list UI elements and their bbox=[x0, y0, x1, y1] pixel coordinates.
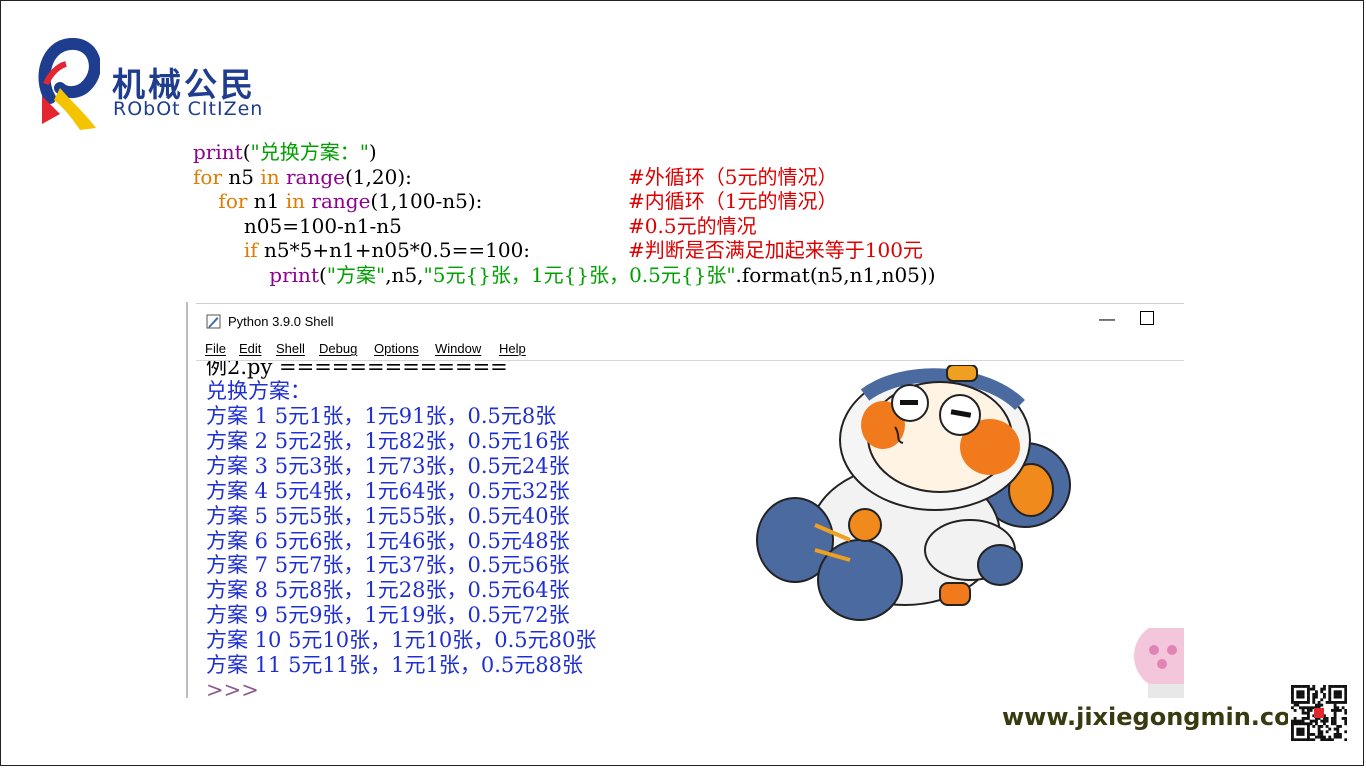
code-line: for n1 in range(1,100-n5): bbox=[193, 189, 482, 213]
code-token: n5 bbox=[222, 164, 261, 189]
footer-website-url[interactable]: www.jixiegongmin.co bbox=[1002, 703, 1288, 731]
restart-line: 例2.py ============= bbox=[206, 361, 508, 379]
menu-window[interactable]: Window bbox=[435, 341, 481, 356]
flower-badge-icon bbox=[1134, 628, 1184, 698]
minimize-button[interactable]: — bbox=[1096, 309, 1118, 331]
code-token: n1 bbox=[247, 189, 286, 214]
output-result-line: 方案 3 5元3张，1元73张，0.5元24张 bbox=[206, 453, 570, 478]
logo-mark-icon bbox=[38, 38, 100, 130]
output-header: 兑换方案： bbox=[206, 379, 311, 403]
code-comment: #0.5元的情况 bbox=[628, 213, 757, 238]
astronaut-mascot-image bbox=[756, 365, 1071, 621]
code-line: for n5 in range(1,20): bbox=[193, 165, 412, 189]
code-line: n05=100-n1-n5 bbox=[193, 214, 402, 238]
output-result-line: 方案 2 5元2张，1元82张，0.5元16张 bbox=[206, 428, 570, 453]
output-result-line: 方案 4 5元4张，1元64张，0.5元32张 bbox=[206, 478, 570, 503]
code-token: if bbox=[193, 238, 258, 263]
code-token: .format(n5,n1,n05)) bbox=[735, 263, 936, 287]
menu-edit[interactable]: Edit bbox=[239, 341, 261, 356]
code-token: for bbox=[193, 189, 248, 214]
code-editor[interactable]: print("兑换方案：") for n5 in range(1,20): #外循环… bbox=[186, 134, 1186, 302]
code-token: ( bbox=[242, 140, 251, 164]
code-token: ( bbox=[318, 263, 327, 287]
code-line: print("兑换方案：") bbox=[193, 140, 377, 164]
code-token: ) bbox=[368, 140, 377, 164]
menu-options[interactable]: Options bbox=[374, 341, 419, 356]
output-result-line: 方案 6 5元6张，1元46张，0.5元48张 bbox=[206, 528, 570, 553]
code-comment: #外循环（5元的情况） bbox=[628, 164, 838, 189]
menu-shell[interactable]: Shell bbox=[276, 341, 305, 356]
code-line: print("方案",n5,"5元{}张，1元{}张，0.5元{}张".form… bbox=[193, 263, 936, 287]
shell-menubar: File Edit Shell Debug Options Window Hel… bbox=[196, 338, 1184, 361]
output-result-line: 方案 7 5元7张，1元37张，0.5元56张 bbox=[206, 553, 570, 578]
code-line: if n5*5+n1+n05*0.5==100: bbox=[193, 238, 530, 262]
output-result-line: 方案 10 5元10张，1元10张，0.5元80张 bbox=[206, 628, 597, 653]
code-token: print bbox=[193, 140, 243, 164]
idle-app-icon bbox=[206, 314, 221, 329]
maximize-button[interactable] bbox=[1140, 311, 1154, 325]
menu-debug[interactable]: Debug bbox=[319, 341, 357, 356]
code-token: in bbox=[285, 189, 306, 214]
shell-prompt[interactable]: >>> bbox=[206, 678, 259, 699]
code-token: (1,100-n5): bbox=[370, 189, 483, 214]
code-token: for bbox=[193, 164, 223, 189]
code-token: "方案" bbox=[326, 263, 386, 287]
qr-code-icon bbox=[1291, 685, 1347, 741]
output-result-line: 方案 9 5元9张，1元19张，0.5元72张 bbox=[206, 603, 570, 628]
code-token: ,n5, bbox=[385, 263, 424, 287]
output-result-line: 方案 11 5元11张，1元1张，0.5元88张 bbox=[206, 653, 583, 677]
code-token: range bbox=[285, 164, 345, 189]
robot-citizen-logo: 机械公民 RObOt CItIZen bbox=[36, 38, 286, 133]
code-token: range bbox=[311, 189, 371, 214]
logo-english-name: RObOt CItIZen bbox=[113, 98, 264, 120]
code-token: n05=100-n1-n5 bbox=[193, 213, 402, 238]
menu-file[interactable]: File bbox=[205, 341, 226, 356]
output-result-line: 方案 5 5元5张，1元55张，0.5元40张 bbox=[206, 503, 570, 528]
code-comment: #内循环（1元的情况） bbox=[628, 189, 838, 214]
menu-help[interactable]: Help bbox=[499, 341, 526, 356]
code-token: "5元{}张，1元{}张，0.5元{}张" bbox=[423, 263, 736, 287]
code-token: in bbox=[260, 164, 280, 189]
output-result-line: 方案 8 5元8张，1元28张，0.5元64张 bbox=[206, 578, 570, 603]
output-result-line: 方案 1 5元1张，1元91张，0.5元8张 bbox=[206, 404, 557, 428]
shell-title: Python 3.9.0 Shell bbox=[228, 314, 334, 329]
code-token: print bbox=[269, 263, 319, 287]
code-token: "兑换方案：" bbox=[250, 140, 369, 164]
code-comment: #判断是否满足加起来等于100元 bbox=[628, 238, 923, 263]
shell-titlebar[interactable]: Python 3.9.0 Shell — bbox=[196, 304, 1184, 338]
code-token: (1,20): bbox=[345, 164, 412, 189]
code-token: n5*5+n1+n05*0.5==100: bbox=[257, 238, 531, 263]
